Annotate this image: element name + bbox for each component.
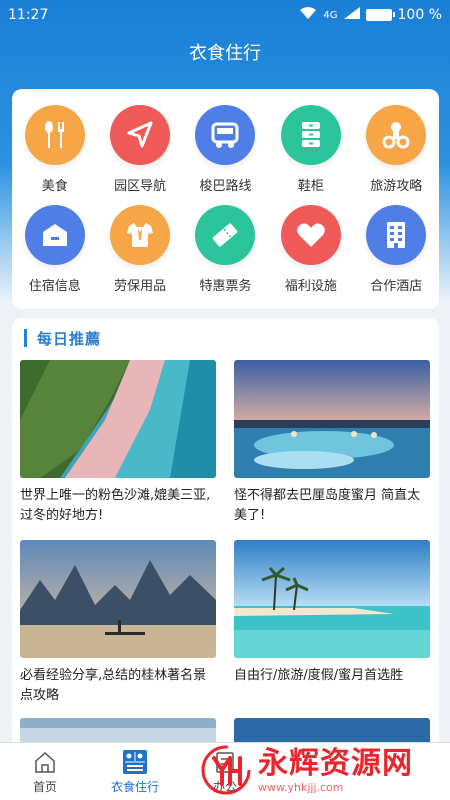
battery-level: 100 % xyxy=(397,7,442,23)
hotel-icon xyxy=(366,204,427,265)
tab-4[interactable] xyxy=(270,743,360,800)
grid-item-travel-guide[interactable]: 旅游攻略 xyxy=(354,99,439,199)
grid-label: 住宿信息 xyxy=(28,278,81,294)
grid-label: 鞋柜 xyxy=(297,178,324,194)
article-caption: 世界上唯一的粉色沙滩,媲美三亚,过冬的好地方! xyxy=(20,488,211,523)
grid-label: 福利设施 xyxy=(284,278,337,294)
tab-label: 衣食住行 xyxy=(110,779,159,794)
tab-4-icon xyxy=(302,757,328,783)
grid-label: 园区导航 xyxy=(114,178,167,194)
tab-daily-life[interactable]: 衣食住行 xyxy=(90,743,180,800)
article-caption: 必看经验分享,总结的桂林著名景点攻略 xyxy=(20,668,207,703)
grid-item-shoe-cabinet[interactable]: 鞋柜 xyxy=(268,99,353,199)
article-card[interactable]: 自由行/旅游/度假/蜜月首选胜 xyxy=(234,540,430,686)
wifi-icon xyxy=(299,6,317,24)
article-thumbnail xyxy=(20,540,216,658)
heart-icon xyxy=(280,204,341,265)
grid-label: 劳保用品 xyxy=(114,278,167,294)
tab-home[interactable]: 首页 xyxy=(0,743,90,800)
article-thumbnail xyxy=(234,360,430,478)
tab-label: 办公 xyxy=(212,779,237,794)
tab-5[interactable] xyxy=(360,743,450,800)
section-header: 每日推薦 xyxy=(12,318,439,358)
page-title-bar: 衣食住行 xyxy=(0,30,450,74)
grid-item-park-navigation[interactable]: 园区导航 xyxy=(97,99,182,199)
tab-office[interactable]: 办公 xyxy=(180,743,270,800)
travel-icon xyxy=(366,104,427,165)
battery-icon xyxy=(365,9,395,21)
article-card[interactable]: 必看经验分享,总结的桂林著名景点攻略 xyxy=(20,540,216,706)
article-thumbnail xyxy=(234,540,430,658)
food-icon xyxy=(24,104,85,165)
article-caption: 自由行/旅游/度假/蜜月首选胜 xyxy=(234,668,404,683)
tab-label: 首页 xyxy=(32,779,57,794)
section-title: 每日推薦 xyxy=(37,329,102,348)
bottom-tab-bar: 首页 衣食住行 办公 xyxy=(0,742,450,800)
grid-label: 旅游攻略 xyxy=(370,178,423,194)
grid-label: 特惠票务 xyxy=(199,278,252,294)
article-card[interactable]: 世界上唯一的粉色沙滩,媲美三亚,过冬的好地方! xyxy=(20,360,216,526)
grid-label: 梭巴路线 xyxy=(199,178,252,194)
article-caption: 怪不得都去巴厘岛度蜜月 简直太美了! xyxy=(234,488,421,523)
grid-label: 美食 xyxy=(41,178,68,194)
daily-recommend-section: 每日推薦 世界上唯一的粉色沙滩,媲美三亚,过冬的好地方! 怪不得都去巴厘岛度蜜月… xyxy=(12,318,439,758)
grid-item-partner-hotels[interactable]: 合作酒店 xyxy=(354,199,439,299)
article-card[interactable]: 怪不得都去巴厘岛度蜜月 简直太美了! xyxy=(234,360,430,526)
office-icon xyxy=(212,749,238,775)
tab-5-icon xyxy=(392,757,418,783)
grid-item-ticket-deals[interactable]: 特惠票务 xyxy=(183,199,268,299)
grid-item-welfare-facilities[interactable]: 福利设施 xyxy=(268,199,353,299)
daily-life-icon xyxy=(122,749,148,775)
cabinet-icon xyxy=(280,104,341,165)
status-bar: 11:27 4G 100 % xyxy=(0,0,450,30)
signal-icon xyxy=(343,7,360,23)
network-type: 4G xyxy=(323,9,338,21)
status-time: 11:27 xyxy=(8,7,49,23)
house-icon xyxy=(24,204,85,265)
page-title: 衣食住行 xyxy=(189,43,261,64)
status-right: 4G 100 % xyxy=(299,6,442,24)
shirt-icon xyxy=(110,204,171,265)
grid-item-shuttle-route[interactable]: 梭巴路线 xyxy=(183,99,268,199)
home-icon xyxy=(32,749,58,775)
navigation-icon xyxy=(110,104,171,165)
bus-icon xyxy=(195,104,256,165)
service-grid: 美食 园区导航 梭巴路线 鞋柜 旅游攻略 住宿信息 劳保用品 特惠票务 福利设施… xyxy=(12,89,439,309)
grid-item-labor-supplies[interactable]: 劳保用品 xyxy=(97,199,182,299)
grid-item-accommodation[interactable]: 住宿信息 xyxy=(12,199,97,299)
section-accent-bar xyxy=(24,329,27,347)
article-thumbnail xyxy=(20,360,216,478)
grid-item-food[interactable]: 美食 xyxy=(12,99,97,199)
grid-label: 合作酒店 xyxy=(370,278,423,294)
ticket-icon xyxy=(195,204,256,265)
